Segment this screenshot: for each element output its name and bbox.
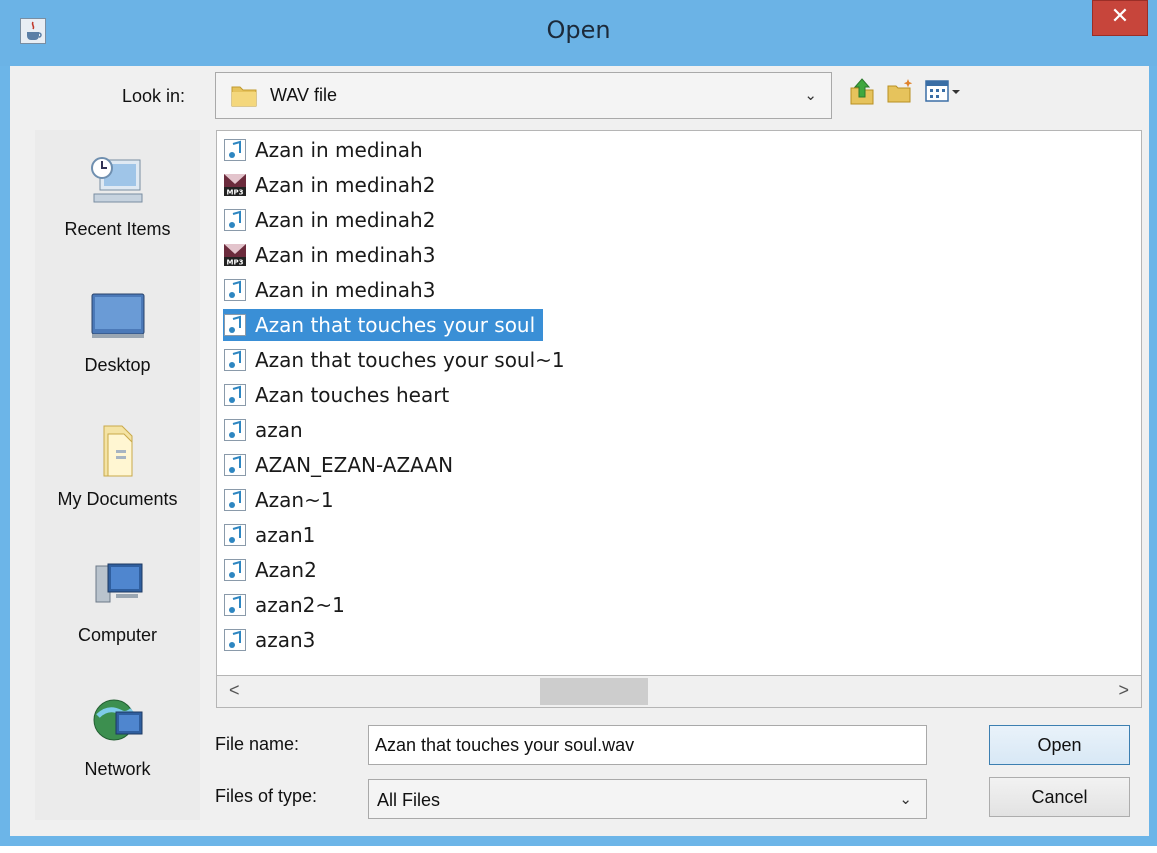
horizontal-scrollbar[interactable]: < > <box>216 675 1142 708</box>
file-name: azan2~1 <box>255 593 345 617</box>
files-of-type-combo[interactable]: All Files ⌄ <box>368 779 927 819</box>
network-icon <box>35 690 200 755</box>
file-row[interactable]: azan3 <box>223 624 323 656</box>
dialog-title: Open <box>546 16 611 44</box>
place-computer[interactable]: Computer <box>35 556 200 646</box>
file-row-selected[interactable]: Azan that touches your soul <box>223 309 544 341</box>
file-row[interactable]: Azan in medinah <box>223 134 431 166</box>
audio-file-icon <box>223 208 247 232</box>
file-row[interactable]: azan <box>223 414 311 446</box>
up-folder-icon[interactable] <box>848 76 876 111</box>
place-label: My Documents <box>57 489 178 509</box>
audio-file-icon <box>223 313 247 337</box>
file-row[interactable]: Azan touches heart <box>223 379 457 411</box>
mp3-file-icon: MP3 <box>223 243 247 267</box>
file-row[interactable]: MP3 Azan in medinah2 <box>223 169 443 201</box>
file-name: Azan in medinah2 <box>255 173 436 197</box>
file-row[interactable]: azan1 <box>223 519 323 551</box>
file-name: Azan touches heart <box>255 383 450 407</box>
place-recent-items[interactable]: Recent Items <box>35 150 200 240</box>
scroll-right-arrow-icon[interactable]: > <box>1118 680 1129 701</box>
window-bottom-edge <box>0 836 1157 853</box>
scroll-left-arrow-icon[interactable]: < <box>229 680 240 701</box>
file-name: Azan2 <box>255 558 317 582</box>
open-button[interactable]: Open <box>989 725 1130 765</box>
file-name: Azan that touches your soul <box>255 313 536 337</box>
file-name: Azan in medinah2 <box>255 208 436 232</box>
place-label: Desktop <box>84 355 151 375</box>
audio-file-icon <box>223 488 247 512</box>
my-documents-icon <box>35 420 200 485</box>
files-of-type-value: All Files <box>377 790 441 810</box>
file-name: Azan in medinah3 <box>255 278 436 302</box>
look-in-value: WAV file <box>270 85 338 105</box>
computer-icon <box>35 556 200 621</box>
svg-text:MP3: MP3 <box>227 259 244 267</box>
place-desktop[interactable]: Desktop <box>35 286 200 376</box>
place-label: Recent Items <box>64 219 171 239</box>
audio-file-icon <box>223 628 247 652</box>
file-name: AZAN_EZAN-AZAAN <box>255 453 454 477</box>
recent-items-icon <box>35 150 200 215</box>
file-name-field[interactable] <box>368 725 927 765</box>
look-in-label: Look in: <box>122 86 186 106</box>
svg-text:MP3: MP3 <box>227 189 244 197</box>
look-in-combo[interactable]: WAV file ⌄ <box>215 72 832 119</box>
place-label: Computer <box>77 625 158 645</box>
audio-file-icon <box>223 138 247 162</box>
places-sidebar: Recent Items Desktop My Documents Comput… <box>35 130 200 820</box>
files-of-type-label: Files of type: <box>215 786 318 806</box>
desktop-icon <box>35 286 200 351</box>
file-name: azan1 <box>255 523 316 547</box>
audio-file-icon <box>223 523 247 547</box>
dialog-body: Look in: WAV file ⌄ Recent Items Desktop… <box>10 66 1149 836</box>
file-name: Azan in medinah <box>255 138 423 162</box>
title-bar[interactable]: Open ✕ <box>0 0 1157 66</box>
file-row[interactable]: MP3 Azan in medinah3 <box>223 239 443 271</box>
file-row[interactable]: Azan that touches your soul~1 <box>223 344 573 376</box>
chevron-down-icon[interactable]: ⌄ <box>804 86 817 104</box>
mp3-file-icon: MP3 <box>223 173 247 197</box>
scroll-thumb[interactable] <box>540 678 648 705</box>
place-my-documents[interactable]: My Documents <box>35 420 200 510</box>
file-name: Azan that touches your soul~1 <box>255 348 565 372</box>
file-name: Azan in medinah3 <box>255 243 436 267</box>
new-folder-icon[interactable] <box>885 76 915 111</box>
file-name: azan3 <box>255 628 316 652</box>
audio-file-icon <box>223 418 247 442</box>
audio-file-icon <box>223 593 247 617</box>
file-row[interactable]: Azan~1 <box>223 484 342 516</box>
place-label: Network <box>84 759 151 779</box>
folder-icon <box>230 82 258 113</box>
view-menu-icon[interactable] <box>923 76 963 111</box>
audio-file-icon <box>223 383 247 407</box>
window-border <box>0 836 1157 846</box>
place-network[interactable]: Network <box>35 690 200 780</box>
audio-file-icon <box>223 278 247 302</box>
file-name: azan <box>255 418 303 442</box>
file-row[interactable]: AZAN_EZAN-AZAAN <box>223 449 461 481</box>
audio-file-icon <box>223 558 247 582</box>
file-row[interactable]: Azan2 <box>223 554 325 586</box>
chevron-down-icon[interactable]: ⌄ <box>899 790 912 808</box>
cancel-button[interactable]: Cancel <box>989 777 1130 817</box>
open-dialog: Open ✕ Look in: WAV file ⌄ Recent Items … <box>0 0 1157 853</box>
file-name-label: File name: <box>215 734 300 754</box>
audio-file-icon <box>223 453 247 477</box>
file-row[interactable]: azan2~1 <box>223 589 353 621</box>
file-list[interactable]: Azan in medinah MP3 Azan in medinah2 Aza… <box>216 130 1142 702</box>
file-row[interactable]: Azan in medinah3 <box>223 274 443 306</box>
audio-file-icon <box>223 348 247 372</box>
file-name: Azan~1 <box>255 488 334 512</box>
file-row[interactable]: Azan in medinah2 <box>223 204 443 236</box>
close-button[interactable]: ✕ <box>1092 0 1148 36</box>
